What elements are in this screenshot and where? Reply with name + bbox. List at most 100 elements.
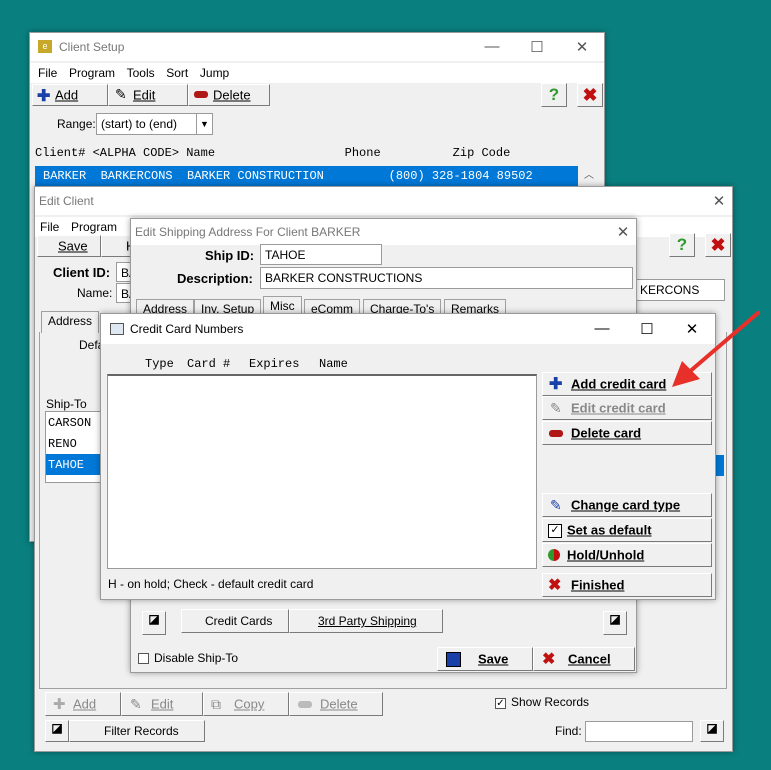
lookup-button-right[interactable]: ◪ — [603, 611, 627, 635]
selected-row-highlight — [715, 455, 724, 476]
status-legend: H - on hold; Check - default credit card — [108, 577, 314, 591]
x-icon: ✖ — [542, 651, 556, 668]
help-button[interactable]: ? — [541, 83, 567, 107]
menu-file[interactable]: File — [38, 66, 57, 80]
annotation-arrow — [672, 311, 760, 387]
client-setup-titlebar: e Client Setup — ☐ ✕ — [30, 33, 604, 61]
set-as-default-button[interactable]: ✓ Set as default — [542, 518, 712, 542]
dropdown-arrow-icon: ▼ — [196, 114, 212, 134]
column-card-number: Card # — [187, 357, 231, 371]
find-label: Find: — [555, 724, 582, 738]
eraser-icon — [194, 91, 208, 98]
floppy-disk-icon — [446, 652, 461, 667]
find-input[interactable] — [585, 721, 693, 742]
pencil-icon: ✎ — [115, 86, 127, 102]
plus-icon: ✚ — [549, 376, 563, 393]
window-title: Edit Shipping Address For Client BARKER — [135, 225, 361, 239]
filter-icon-button[interactable]: ◪ — [45, 720, 69, 742]
range-label: Range: — [57, 117, 96, 131]
column-type: Type — [145, 357, 174, 371]
minimize-icon[interactable]: — — [592, 320, 612, 337]
menu-program[interactable]: Program — [69, 66, 115, 80]
tab-address[interactable]: Address — [41, 311, 100, 333]
pencil-icon: ✎ — [550, 400, 562, 416]
add-button[interactable]: ✚ Add — [45, 692, 121, 716]
column-name: Name — [319, 357, 348, 371]
x-icon: ✖ — [548, 577, 562, 594]
checkbox-checked-icon: ✓ — [548, 524, 562, 538]
plus-icon: ✚ — [53, 696, 66, 713]
finished-button[interactable]: ✖ Finished — [542, 573, 712, 597]
ship-id-field[interactable]: TAHOE — [260, 244, 382, 265]
window-title: Edit Client — [39, 194, 94, 208]
list-item[interactable]: TAHOE — [46, 454, 104, 475]
close-icon[interactable]: ✕ — [709, 192, 729, 210]
hold-status-icon — [548, 549, 560, 561]
window-icon — [110, 323, 124, 335]
filter-records-button[interactable]: Filter Records — [69, 720, 205, 742]
edit-client-titlebar: Edit Client ✕ — [35, 187, 732, 215]
edit-button[interactable]: ✎ Edit — [121, 692, 203, 716]
pencil-icon: ✎ — [130, 696, 142, 712]
credit-cards-button[interactable]: Credit Cards — [181, 609, 289, 633]
copy-icon: ⧉ — [211, 696, 221, 712]
menu-program[interactable]: Program — [71, 220, 117, 234]
add-button[interactable]: ✚ Add — [32, 84, 108, 106]
show-records-label: Show Records — [511, 695, 590, 709]
range-select[interactable]: (start) to (end) ▼ — [96, 113, 213, 135]
list-item[interactable]: RENO — [46, 433, 104, 454]
toolbar-button[interactable]: H — [101, 235, 135, 257]
exit-button[interactable]: ✖ — [577, 83, 603, 107]
close-icon[interactable]: ✕ — [572, 38, 592, 56]
credit-card-dialog: Credit Card Numbers — ☐ ✕ Type Card # Ex… — [100, 313, 716, 600]
credit-card-titlebar: Credit Card Numbers — ☐ ✕ — [101, 314, 715, 344]
delete-button[interactable]: Delete — [188, 84, 270, 106]
maximize-icon[interactable]: ☐ — [637, 320, 657, 338]
eraser-icon — [298, 701, 312, 708]
disable-ship-to-checkbox[interactable] — [138, 653, 149, 664]
hold-unhold-button[interactable]: Hold/Unhold — [542, 543, 712, 567]
credit-card-list[interactable] — [107, 374, 537, 569]
app-icon: e — [38, 40, 52, 53]
scroll-up-icon[interactable]: ︿ — [581, 166, 597, 186]
client-setup-menubar: File Program Tools Sort Jump — [30, 63, 604, 83]
show-records-checkbox[interactable]: ✓ — [495, 698, 506, 709]
find-button[interactable]: ◪ — [700, 720, 724, 742]
menu-jump[interactable]: Jump — [200, 66, 229, 80]
delete-card-button[interactable]: Delete card — [542, 421, 712, 445]
lookup-button-left[interactable]: ◪ — [142, 611, 166, 635]
menu-tools[interactable]: Tools — [127, 66, 155, 80]
save-button[interactable]: Save — [37, 235, 101, 257]
window-title: Credit Card Numbers — [130, 322, 244, 336]
name-label: Name: — [77, 286, 113, 300]
edit-button[interactable]: ✎ Edit — [108, 84, 188, 106]
close-icon[interactable]: ✕ — [613, 223, 633, 241]
cancel-button[interactable]: ✖ Cancel — [533, 647, 635, 671]
plus-icon: ✚ — [37, 88, 51, 105]
ship-address-titlebar: Edit Shipping Address For Client BARKER … — [131, 219, 636, 245]
delete-button[interactable]: Delete — [289, 692, 383, 716]
eraser-icon — [549, 430, 563, 437]
help-button[interactable]: ? — [669, 233, 695, 257]
menu-file[interactable]: File — [40, 220, 59, 234]
pen-icon: ✎ — [550, 497, 562, 513]
edit-credit-card-button[interactable]: ✎ Edit credit card — [542, 396, 712, 420]
save-button[interactable]: Save — [437, 647, 533, 671]
client-list-row[interactable]: BARKER BARKERCONS BARKER CONSTRUCTION (8… — [35, 166, 578, 186]
third-party-shipping-button[interactable]: 3rd Party Shipping — [289, 609, 443, 633]
ship-to-list: CARSON RENO TAHOE — [45, 411, 105, 483]
copy-button[interactable]: ⧉ Copy — [203, 692, 289, 716]
exit-button[interactable]: ✖ — [705, 233, 731, 257]
disable-ship-to-label: Disable Ship-To — [154, 651, 239, 665]
menu-sort[interactable]: Sort — [166, 66, 188, 80]
change-card-type-button[interactable]: ✎ Change card type — [542, 493, 712, 517]
minimize-icon[interactable]: — — [482, 38, 502, 55]
alpha-code-field[interactable]: KERCONS — [635, 279, 725, 301]
description-label: Description: — [177, 271, 253, 286]
client-id-label: Client ID: — [53, 265, 111, 280]
maximize-icon[interactable]: ☐ — [527, 38, 547, 56]
list-item[interactable]: CARSON — [46, 412, 104, 433]
description-field[interactable]: BARKER CONSTRUCTIONS — [260, 267, 633, 289]
ship-id-label: Ship ID: — [205, 248, 255, 263]
column-expires: Expires — [249, 357, 300, 371]
